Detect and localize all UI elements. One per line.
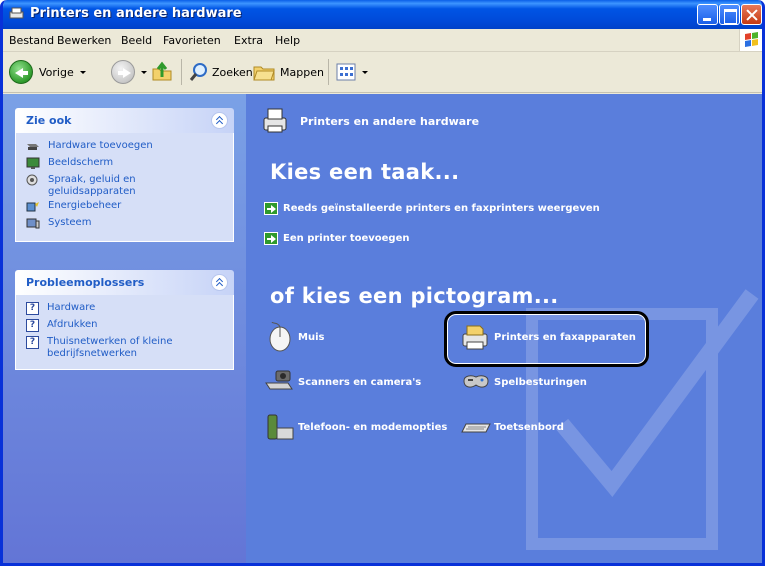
troubleshooters-title: Probleemoplossers (26, 276, 145, 289)
folders-button[interactable]: Mappen (253, 53, 324, 91)
main-header-title: Printers en andere hardware (300, 114, 480, 128)
troubleshooter-printing[interactable]: ? Afdrukken (16, 318, 233, 335)
category-mouse[interactable]: Muis (264, 322, 324, 352)
folders-icon (253, 66, 275, 81)
collapse-icon[interactable] (211, 112, 228, 129)
keyboard-icon (461, 423, 491, 433)
task-add-printer[interactable]: Een printer toevoegen (264, 232, 410, 245)
help-icon: ? (26, 336, 39, 349)
up-folder-button[interactable] (151, 53, 173, 91)
help-icon: ? (26, 319, 39, 332)
see-also-title: Zie ook (26, 114, 72, 127)
category-label: Muis (298, 331, 325, 343)
forward-button[interactable] (111, 53, 147, 91)
forward-arrow-icon (111, 60, 135, 84)
chevron-down-icon (362, 70, 368, 74)
back-arrow-icon (9, 60, 33, 84)
troubleshooters-panel: Probleemoplossers ? Hardware ? Afdrukken… (15, 270, 234, 370)
troubleshooter-networking[interactable]: ? Thuisnetwerken of kleine bedrijfsnetwe… (16, 335, 233, 361)
troubleshooter-label: Thuisnetwerken of kleine bedrijfsnetwerk… (47, 336, 173, 359)
category-phone-modem[interactable]: Telefoon- en modemopties (264, 412, 447, 442)
back-label: Vorige (39, 65, 74, 79)
close-button[interactable] (741, 4, 762, 25)
minimize-button[interactable] (697, 4, 718, 25)
maximize-button[interactable] (719, 4, 740, 25)
category-label: Spelbesturingen (494, 376, 587, 388)
views-icon (336, 63, 356, 81)
menu-help[interactable]: Help (275, 34, 300, 47)
task-pane: Zie ook Hardware toevoegen Beeldscherm S… (3, 94, 246, 563)
menu-favorites[interactable]: Favorieten (163, 34, 221, 47)
title-bar[interactable]: Printers en andere hardware (3, 0, 762, 29)
windows-logo-icon (739, 29, 762, 51)
mouse-icon (269, 322, 291, 352)
menu-edit[interactable]: Bewerken (57, 34, 111, 47)
search-icon (189, 63, 207, 81)
pick-task-heading: Kies een taak... (270, 160, 460, 184)
see-also-label: Systeem (48, 217, 92, 228)
back-button[interactable]: Vorige (9, 53, 86, 91)
up-folder-icon (152, 61, 172, 81)
scanner-icon (265, 370, 293, 390)
see-also-sound[interactable]: Spraak, geluid en geluidsapparaten (16, 173, 233, 199)
troubleshooter-label: Hardware (47, 302, 96, 313)
power-icon (26, 202, 39, 212)
task-label: Reeds geïnstalleerde printers en faxprin… (283, 203, 600, 214)
menu-bar: Bestand Bewerken Beeld Favorieten Extra … (3, 29, 762, 52)
gamepad-icon (463, 375, 489, 388)
arrow-right-icon (264, 202, 278, 215)
see-also-add-hardware[interactable]: Hardware toevoegen (16, 139, 233, 156)
troubleshooter-label: Afdrukken (47, 319, 98, 330)
chevron-down-icon (141, 70, 147, 74)
troubleshooters-header[interactable]: Probleemoplossers (15, 270, 234, 295)
see-also-label: Spraak, geluid en geluidsapparaten (48, 174, 136, 197)
display-icon (26, 157, 40, 169)
main-header: Printers en andere hardware (260, 106, 479, 136)
see-also-power[interactable]: Energiebeheer (16, 199, 233, 216)
category-scanners-cameras[interactable]: Scanners en camera's (264, 367, 421, 397)
category-label: Scanners en camera's (298, 376, 422, 388)
focus-highlight (444, 311, 649, 367)
search-label: Zoeken (212, 65, 253, 79)
menu-file[interactable]: Bestand (9, 34, 54, 47)
troubleshooters-list: ? Hardware ? Afdrukken ? Thuisnetwerken … (15, 295, 234, 370)
category-label: Toetsenbord (494, 421, 564, 433)
task-label: Een printer toevoegen (283, 233, 410, 244)
see-also-label: Energiebeheer (48, 200, 122, 211)
see-also-system[interactable]: Systeem (16, 216, 233, 233)
help-icon: ? (26, 302, 39, 315)
explorer-window: Printers en andere hardware Bestand Bewe… (0, 0, 765, 566)
menu-view[interactable]: Beeld (121, 34, 152, 47)
system-icon (26, 218, 40, 229)
collapse-icon[interactable] (211, 274, 228, 291)
arrow-right-icon (264, 232, 278, 245)
category-label: Telefoon- en modemopties (298, 421, 448, 433)
see-also-list: Hardware toevoegen Beeldscherm Spraak, g… (15, 133, 234, 242)
see-also-label: Hardware toevoegen (48, 140, 153, 151)
see-also-panel: Zie ook Hardware toevoegen Beeldscherm S… (15, 108, 234, 242)
folders-label: Mappen (280, 65, 324, 79)
menu-tools[interactable]: Extra (234, 34, 263, 47)
sound-icon (26, 174, 38, 186)
see-also-header[interactable]: Zie ook (15, 108, 234, 133)
troubleshooter-hardware[interactable]: ? Hardware (16, 301, 233, 318)
toolbar-separator (328, 59, 329, 85)
toolbar-separator (181, 59, 182, 85)
toolbar: Vorige Zoeken Mappen (3, 53, 762, 93)
search-button[interactable]: Zoeken (189, 53, 253, 91)
see-also-display[interactable]: Beeldscherm (16, 156, 233, 173)
add-hardware-icon (27, 144, 39, 150)
views-button[interactable] (336, 53, 368, 91)
window-title: Printers en andere hardware (30, 6, 242, 21)
see-also-label: Beeldscherm (48, 157, 114, 168)
category-keyboard[interactable]: Toetsenbord (460, 412, 564, 442)
task-view-printers[interactable]: Reeds geïnstalleerde printers en faxprin… (264, 202, 600, 215)
printer-hardware-icon (263, 108, 287, 133)
chevron-down-icon (79, 70, 86, 74)
phone-icon (267, 414, 294, 440)
printer-window-icon (9, 7, 24, 19)
pick-icon-heading: of kies een pictogram... (270, 284, 559, 308)
category-game-controllers[interactable]: Spelbesturingen (460, 367, 587, 397)
